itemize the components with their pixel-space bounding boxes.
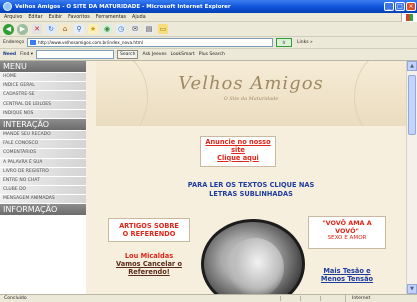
go-button[interactable]: Ir (276, 38, 292, 47)
refresh-icon[interactable]: ↻ (46, 24, 56, 34)
menu-item-recado[interactable]: MANDE SEU RECADO (0, 130, 86, 141)
address-bar: Endereço http://www.velhosamigos.com.br/… (0, 37, 417, 49)
scroll-down-icon[interactable]: ▼ (407, 284, 417, 294)
page-content: Velhos Amigos O Site da Maturidade Anunc… (96, 61, 406, 294)
menu-item-clube[interactable]: CLUBE DO (0, 186, 86, 196)
mail-icon[interactable]: ✉ (130, 24, 140, 34)
minimize-button[interactable]: _ (384, 2, 394, 11)
links-button[interactable]: Links » (297, 40, 313, 45)
menu-item-indique[interactable]: INDIQUE NOS (0, 109, 86, 119)
menu-item-chat[interactable]: ENTRE NO CHAT (0, 176, 86, 187)
folder-icon[interactable]: ▭ (158, 24, 168, 34)
scroll-up-icon[interactable]: ▲ (407, 61, 417, 71)
window-title: Velhos Amigos - O SITE DA MATURIDADE - M… (15, 3, 231, 10)
tesao-line-1[interactable]: Mais Tesão e (308, 267, 386, 275)
menu-exibir[interactable]: Exibir (49, 15, 63, 20)
menu-section-title: MENU (0, 61, 86, 73)
search-find-menu[interactable]: Find ▾ (20, 52, 33, 57)
page-viewport: MENU HOME INDICE GERAL CADASTRE-SE CENTR… (0, 61, 417, 294)
vovo-line-2: VOVÓ" (335, 226, 359, 235)
menu-item-palavra[interactable]: A PALAVRA É SUA (0, 158, 86, 168)
menu-editar[interactable]: Editar (28, 15, 42, 20)
menu-item-mensagens[interactable]: MENSAGEM ANIMADAS (0, 195, 86, 205)
media-icon[interactable]: ◉ (102, 24, 112, 34)
menu-item-leiloes[interactable]: CENTRAL DE LEILOES (0, 100, 86, 110)
search-icon[interactable]: ⚲ (74, 24, 84, 34)
menu-item-comentarios[interactable]: COMENTÁRIOS (0, 149, 86, 159)
toolbar-search-button[interactable]: Search (117, 50, 139, 59)
status-text: Concluído (4, 296, 27, 301)
vovo-subtitle: SEXO E AMOR (327, 235, 367, 242)
article-link[interactable]: Lou Micaldas Vamos Cancelar o Referendo! (108, 252, 190, 276)
site-banner: Velhos Amigos O Site da Maturidade (96, 61, 406, 126)
back-icon[interactable]: ◀ (3, 23, 14, 35)
favorites-icon[interactable]: ★ (88, 24, 98, 34)
menu-item-indice[interactable]: INDICE GERAL (0, 82, 86, 92)
stop-icon[interactable]: ✕ (32, 24, 42, 34)
articles-line-1: ARTIGOS SOBRE (119, 222, 179, 230)
interacao-section-title: INTERAÇÃO (0, 118, 86, 131)
address-label: Endereço (3, 40, 25, 45)
address-input[interactable]: http://www.velhosamigos.com.br/index_nov… (27, 38, 273, 47)
home-icon[interactable]: ⌂ (60, 24, 70, 34)
couple-photo (201, 219, 305, 294)
search-brand: Need (3, 52, 17, 57)
menu-arquivo[interactable]: Arquivo (4, 15, 22, 20)
articles-box: ARTIGOS SOBRE O REFERENDO (108, 218, 190, 242)
tesao-link[interactable]: Mais Tesão e Menos Tensão (308, 267, 386, 283)
close-button[interactable]: × (406, 2, 416, 11)
menu-bar: Arquivo Editar Exibir Favoritos Ferramen… (0, 13, 417, 22)
informacao-section-title: INFORMAÇÃO (0, 204, 86, 217)
article-author: Lou Micaldas (124, 252, 174, 260)
left-menu: MENU HOME INDICE GERAL CADASTRE-SE CENTR… (0, 61, 86, 294)
search-item-plus[interactable]: Plus Search (199, 52, 225, 57)
ie-icon (3, 2, 12, 11)
vovo-box: "VOVÔ AMA A VOVÓ" SEXO E AMOR (308, 216, 386, 249)
menu-item-home[interactable]: HOME (0, 73, 86, 83)
toolbar-search-input[interactable] (36, 50, 115, 59)
advertise-box[interactable]: Anuncie no nosso site Clique aqui (200, 136, 276, 167)
browser-window: Velhos Amigos - O SITE DA MATURIDADE - M… (0, 0, 417, 302)
status-bar: Concluído Internet (0, 294, 417, 302)
tesao-line-2[interactable]: Menos Tensão (308, 275, 386, 283)
vertical-scrollbar[interactable]: ▲ ▼ (406, 61, 417, 294)
article-title-line-2[interactable]: Referendo! (108, 268, 190, 276)
status-divider (280, 296, 281, 301)
menu-item-registro[interactable]: LIVRO DE REGISTRO (0, 167, 86, 177)
status-divider (300, 296, 301, 301)
title-bar[interactable]: Velhos Amigos - O SITE DA MATURIDADE - M… (0, 0, 417, 13)
menu-item-cadastre[interactable]: CADASTRE-SE (0, 91, 86, 101)
menu-item-fale[interactable]: FALE CONOSCO (0, 140, 86, 150)
article-title-line-1[interactable]: Vamos Cancelar o (108, 260, 190, 268)
site-logo[interactable]: Velhos Amigos (96, 73, 406, 94)
read-prompt: PARA LER OS TEXTOS CLIQUE NAS LETRAS SUB… (136, 181, 366, 199)
articles-line-2: O REFERENDO (122, 230, 176, 238)
menu-favoritos[interactable]: Favoritos (68, 15, 90, 20)
menu-ferramentas[interactable]: Ferramentas (96, 15, 126, 20)
windows-logo-icon (401, 13, 417, 22)
read-prompt-line-1: PARA LER OS TEXTOS CLIQUE NAS (187, 181, 315, 189)
search-item-looksmart[interactable]: LookSmart (171, 52, 195, 57)
read-prompt-line-2: LETRAS SUBLINHADAS (209, 190, 293, 198)
standard-toolbar: ◀ ▶ ✕ ↻ ⌂ ⚲ ★ ◉ ◷ ✉ ▤ ▭ (0, 22, 417, 37)
forward-icon[interactable]: ▶ (17, 23, 28, 35)
status-divider (320, 296, 321, 301)
print-icon[interactable]: ▤ (144, 24, 154, 34)
history-icon[interactable]: ◷ (116, 24, 126, 34)
advertise-link[interactable]: Clique aqui (201, 154, 275, 163)
site-tagline: O Site da Maturidade (223, 96, 279, 102)
internet-zone: Internet (345, 295, 370, 302)
search-item-ask[interactable]: Ask Jeeves (142, 52, 166, 57)
scroll-thumb[interactable] (408, 75, 416, 135)
search-toolbar: Need Find ▾ Search Ask Jeeves LookSmart … (0, 49, 417, 61)
maximize-button[interactable]: □ (395, 2, 405, 11)
menu-ajuda[interactable]: Ajuda (132, 15, 146, 20)
